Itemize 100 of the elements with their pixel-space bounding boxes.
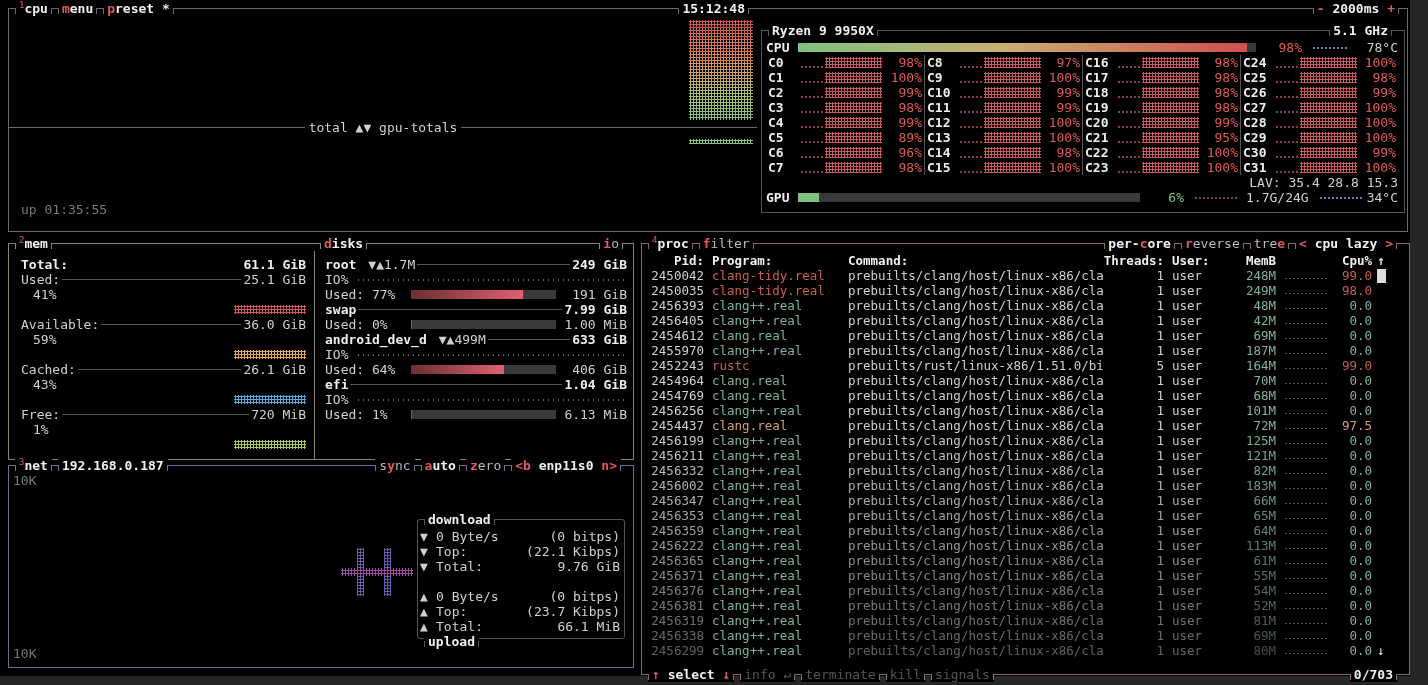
cpu-sparkline — [1284, 487, 1328, 490]
pid-cell-text: 2450042 — [650, 268, 704, 283]
disk-used: 6.13 MiB — [563, 407, 627, 422]
memory-value: 36.0 GiB — [243, 317, 306, 332]
memory-cell-text: 125M — [1244, 433, 1276, 448]
stat-label: Top: — [436, 544, 468, 559]
core-percent: 100% — [889, 70, 922, 85]
threads-cell-text: 1 — [1155, 478, 1164, 493]
core-percent: 98% — [1371, 70, 1396, 85]
command-cell-text: prebuilts/clang/host/linux-x86/cla — [847, 463, 1102, 478]
footer-action[interactable]: ↑ select ↓ — [648, 667, 735, 682]
previous-button[interactable]: <b — [515, 458, 531, 473]
previous-button[interactable]: < — [1299, 236, 1307, 251]
toggle-option[interactable]: auto — [420, 458, 460, 473]
command-cell-text: prebuilts/clang/host/linux-x86/cla — [847, 478, 1102, 493]
cpu-cell-text: 0.0 — [1348, 508, 1372, 523]
core-percent: 100% — [1047, 115, 1080, 130]
decrease-button[interactable]: - — [1316, 1, 1325, 16]
memory-cell-text: 54M — [1252, 583, 1276, 598]
core-label: C27 — [1243, 100, 1268, 115]
toggle-option[interactable]: filter — [698, 236, 754, 251]
core-percent: 99% — [1371, 85, 1396, 100]
cpu-cell-text: 0.0 — [1348, 298, 1372, 313]
cpu-cell-text: 98.0 — [1340, 283, 1372, 298]
column-header[interactable]: Cpu% — [1332, 253, 1372, 268]
direction-arrow: ▼ — [420, 559, 429, 574]
command-cell-text: prebuilts/clang/host/linux-x86/cla — [847, 583, 1102, 598]
column-header[interactable]: Program: — [704, 253, 840, 268]
core-percent: 98% — [1213, 55, 1238, 70]
threads-cell-text: 1 — [1155, 463, 1164, 478]
pid-cell-text: 2456338 — [650, 628, 704, 643]
pid-cell-text: 2456381 — [650, 598, 704, 613]
cpu-frequency: 5.1 GHz — [1329, 23, 1392, 38]
cpu-sparkline — [1284, 502, 1328, 505]
column-header[interactable]: Pid: — [646, 253, 704, 268]
toggle-option[interactable]: tree — [1249, 236, 1290, 251]
core-percent: 98% — [1213, 85, 1238, 100]
toggle-option[interactable]: zero — [465, 458, 506, 473]
core-percent: 98% — [1213, 100, 1238, 115]
column-header[interactable]: MemB — [1226, 253, 1276, 268]
cpu-cell-text: 0.0 — [1348, 568, 1372, 583]
core-percent: 99% — [1371, 145, 1396, 160]
column-header[interactable]: Command: — [840, 253, 1102, 268]
core-percent: 96% — [897, 145, 922, 160]
cpu-cell-text: 0.0 — [1348, 463, 1372, 478]
user-cell-text: user — [1171, 508, 1204, 523]
stat-value: (0 bitps) — [548, 529, 620, 544]
core-label: C19 — [1085, 100, 1110, 115]
title-option[interactable]: preset * — [103, 1, 174, 16]
pid-cell-text: 2456359 — [650, 523, 704, 538]
cpu-cell-text: 0.0 — [1348, 628, 1372, 643]
command-cell-text: prebuilts/clang/host/linux-x86/cla — [847, 628, 1102, 643]
memory-label: Cached: — [21, 362, 76, 377]
increase-button[interactable]: + — [1387, 1, 1395, 16]
core-label: C11 — [927, 100, 952, 115]
user-cell-text: user — [1171, 283, 1204, 298]
stat-value: 66.1 MiB — [556, 619, 620, 634]
io-label: IO% — [325, 392, 349, 407]
gpu-percent: 6% — [1167, 190, 1184, 205]
core-label: C3 — [768, 100, 785, 115]
cpu-sparkline — [1284, 367, 1328, 370]
cpu-cell-text: 99.0 — [1340, 268, 1372, 283]
scroll-up-arrow[interactable]: ↑ — [1372, 253, 1390, 268]
memory-cell-text: 66M — [1252, 493, 1276, 508]
program-cell-text: clang.real — [711, 373, 789, 388]
threads-cell-text: 1 — [1155, 433, 1164, 448]
toggle-option[interactable]: sync — [375, 458, 415, 473]
panel-title: disks — [320, 236, 368, 251]
pid-cell-text: 2456371 — [650, 568, 704, 583]
user-cell-text: user — [1171, 553, 1204, 568]
memory-label: Available: — [21, 317, 100, 332]
core-label: C25 — [1243, 70, 1268, 85]
memory-percent: 59% — [32, 332, 57, 347]
core-label: C20 — [1085, 115, 1110, 130]
next-button[interactable]: n> — [601, 458, 617, 473]
threads-cell-text: 1 — [1155, 283, 1164, 298]
threads-cell-text: 1 — [1155, 328, 1164, 343]
disk-size: 633 GiB — [572, 332, 627, 347]
command-cell-text: prebuilts/clang/host/linux-x86/cla — [847, 388, 1102, 403]
column-header[interactable]: User: — [1164, 253, 1226, 268]
pid-cell-text: 2456002 — [650, 478, 704, 493]
disk-used: 191 GiB — [571, 287, 627, 302]
pid-cell-text: 2456353 — [650, 508, 704, 523]
scrollbar-thumb[interactable] — [1376, 268, 1386, 283]
scroll-down-arrow[interactable]: ↓ — [1372, 643, 1390, 658]
stat-value: (23.7 Kibps) — [525, 604, 620, 619]
panel-title: $^{1}$cpu — [15, 1, 52, 16]
gpu-graph — [689, 139, 753, 144]
next-button[interactable]: > — [1385, 236, 1393, 251]
cpu-sparkline — [1284, 307, 1328, 310]
threads-cell-text: 1 — [1155, 583, 1164, 598]
io-toggle[interactable]: io — [599, 236, 623, 251]
threads-cell-text: 1 — [1155, 493, 1164, 508]
core-label: C17 — [1085, 70, 1110, 85]
pid-cell-text: 2456332 — [650, 463, 704, 478]
command-cell-text: prebuilts/clang/host/linux-x86/cla — [847, 568, 1102, 583]
memory-cell-text: 42M — [1252, 313, 1276, 328]
threads-cell-text: 1 — [1155, 628, 1164, 643]
program-cell-text: rustc — [711, 358, 751, 373]
column-header[interactable]: Threads: — [1102, 253, 1164, 268]
